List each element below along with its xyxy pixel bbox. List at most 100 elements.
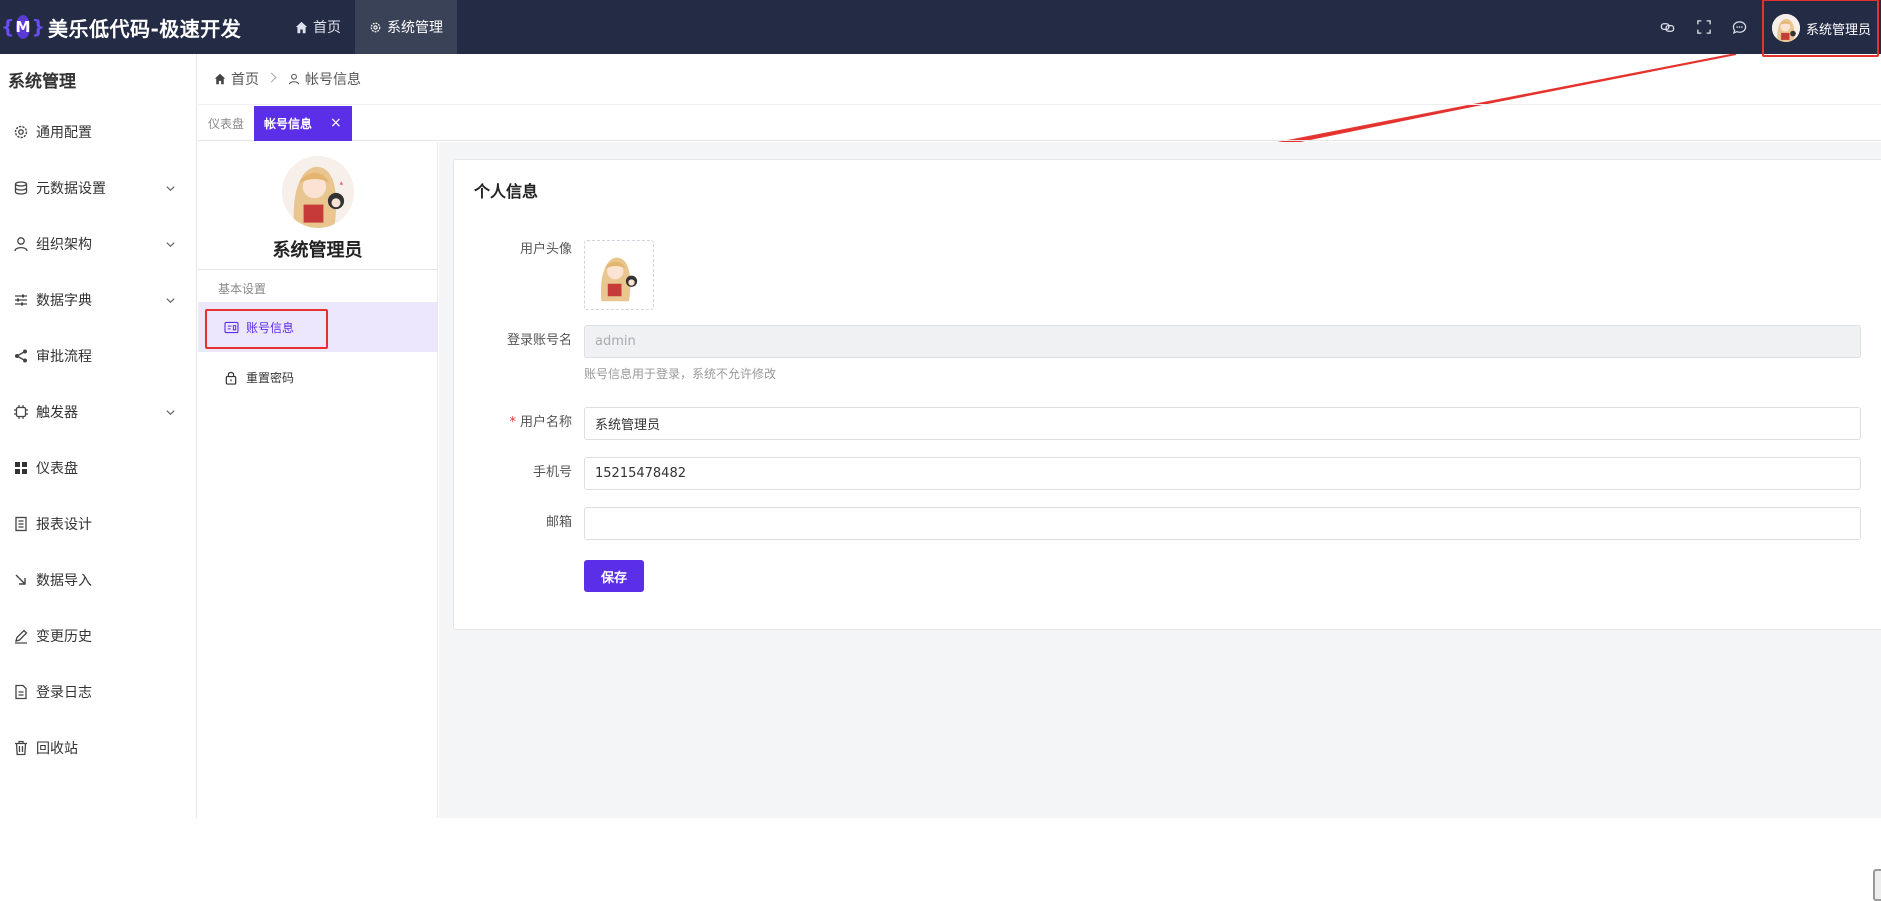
profile-panel: 系统管理员 基本设置 账号信息 重置密码 [198,142,438,818]
profile-menu-reset-password[interactable]: 重置密码 [198,352,437,402]
form-row-email: 邮箱 [454,507,1861,540]
email-label: 邮箱 [545,515,572,530]
account-hint: 账号信息用于登录，系统不允许修改 [584,367,777,381]
home-icon [295,21,308,33]
phone-label: 手机号 [532,465,572,480]
top-nav: 首页 系统管理 [281,0,457,54]
log-icon [12,683,30,701]
sidebar-item-label: 回收站 [36,741,78,757]
report-icon [12,515,30,533]
chat-icon [1733,20,1747,34]
close-icon[interactable]: × [330,115,342,131]
breadcrumb: 首页 帐号信息 [198,54,1881,105]
sidebar-item-organization[interactable]: 组织架构 [0,216,196,272]
sidebar-item-login-log[interactable]: 登录日志 [0,664,196,720]
sidebar-item-dashboard[interactable]: 仪表盘 [0,440,196,496]
sidebar-item-history[interactable]: 变更历史 [0,608,196,664]
form-row-username: * 用户名称 [454,407,1861,440]
card-title: 个人信息 [474,182,539,201]
form-row-avatar: 用户头像 [454,240,654,310]
sidebar-item-label: 报表设计 [36,517,92,533]
account-label: 登录账号名 [506,333,572,348]
profile-group-label: 基本设置 [218,282,267,296]
lock-icon [222,368,240,386]
profile-name: 系统管理员 [272,240,363,261]
avatar-label: 用户头像 [519,242,572,257]
sidebar-title: 系统管理 [8,71,76,92]
user-icon [288,73,300,85]
breadcrumb-current-label: 帐号信息 [305,72,361,88]
top-nav-home[interactable]: 首页 [281,0,355,54]
phone-input[interactable] [584,457,1861,490]
chevron-down-icon [166,241,175,247]
link-icon [1661,22,1675,32]
user-icon [12,235,30,253]
trash-icon [12,739,30,757]
sidebar-item-label: 数据字典 [36,293,92,309]
tab-account-info[interactable]: 帐号信息 × [254,105,352,141]
chevron-down-icon [166,185,175,191]
chevron-down-icon [166,297,175,303]
form-row-account: 登录账号名 账号信息用于登录，系统不允许修改 [454,325,1861,382]
chip-icon [12,403,30,421]
form-row-phone: 手机号 [454,457,1861,490]
sidebar-item-recycle[interactable]: 回收站 [0,720,196,776]
chevron-right-icon [269,71,278,87]
username-label: * 用户名称 [454,407,584,439]
breadcrumb-home[interactable]: 首页 [214,69,259,89]
account-input [584,325,1861,358]
sidebar-item-dictionary[interactable]: 数据字典 [0,272,196,328]
profile-menu-label: 重置密码 [246,370,295,385]
sidebar-item-label: 组织架构 [36,237,92,253]
tab-dashboard[interactable]: 仪表盘 [198,106,254,141]
sidebar: 系统管理 通用配置 元数据设置 组织架构 数据字典 审批流程 触发器 仪表盘 报… [0,54,197,818]
profile-avatar [281,156,354,228]
import-icon [12,571,30,589]
brand[interactable]: {M} 美乐低代码-极速开发 [0,12,276,42]
tab-label: 帐号信息 [264,116,313,131]
brand-logo: {M} [1,15,45,39]
required-mark: * [509,415,516,430]
sidebar-item-label: 通用配置 [36,125,92,141]
chat-button[interactable] [1722,0,1758,54]
sidebar-item-trigger[interactable]: 触发器 [0,384,196,440]
sidebar-item-approval[interactable]: 审批流程 [0,328,196,384]
scroll-handle[interactable] [1873,869,1881,901]
sidebar-item-import[interactable]: 数据导入 [0,552,196,608]
gear-icon [370,22,381,32]
grid-icon [12,459,30,477]
sidebar-item-label: 变更历史 [36,629,92,645]
fullscreen-button[interactable] [1686,0,1722,54]
username-input[interactable] [584,407,1861,440]
avatar-upload[interactable] [584,240,654,310]
database-icon [12,179,30,197]
gear-icon [12,123,30,141]
form-row-actions: 保存 [454,560,644,592]
avatar-preview [594,248,644,302]
tab-bar: 仪表盘 帐号信息 × [198,105,1881,141]
breadcrumb-current: 帐号信息 [288,69,361,89]
sidebar-item-label: 元数据设置 [36,181,106,197]
save-button[interactable]: 保存 [584,560,644,592]
home-icon [214,73,226,85]
chevron-down-icon [166,409,175,415]
sidebar-item-label: 数据导入 [36,573,92,589]
tab-label: 仪表盘 [208,116,245,131]
sidebar-item-report[interactable]: 报表设计 [0,496,196,552]
sidebar-item-label: 审批流程 [36,349,92,365]
top-nav-system[interactable]: 系统管理 [355,0,457,54]
sidebar-item-metadata[interactable]: 元数据设置 [0,160,196,216]
sliders-icon [12,291,30,309]
breadcrumb-home-label: 首页 [231,72,259,88]
top-nav-home-label: 首页 [313,20,341,36]
main-content: 个人信息 用户头像 登录账号名 账号信息用于登录，系统不允许修改 [439,142,1881,901]
annotation-highlight-box [205,309,328,349]
sidebar-item-label: 仪表盘 [36,461,78,477]
personal-info-card: 个人信息 用户头像 登录账号名 账号信息用于登录，系统不允许修改 [453,159,1881,630]
user-menu[interactable]: 系统管理员 [1761,0,1879,57]
sidebar-item-general-config[interactable]: 通用配置 [0,104,196,160]
email-input[interactable] [584,507,1861,540]
link-button[interactable] [1650,0,1686,54]
brand-title: 美乐低代码-极速开发 [48,16,242,41]
user-name: 系统管理员 [1805,22,1871,38]
